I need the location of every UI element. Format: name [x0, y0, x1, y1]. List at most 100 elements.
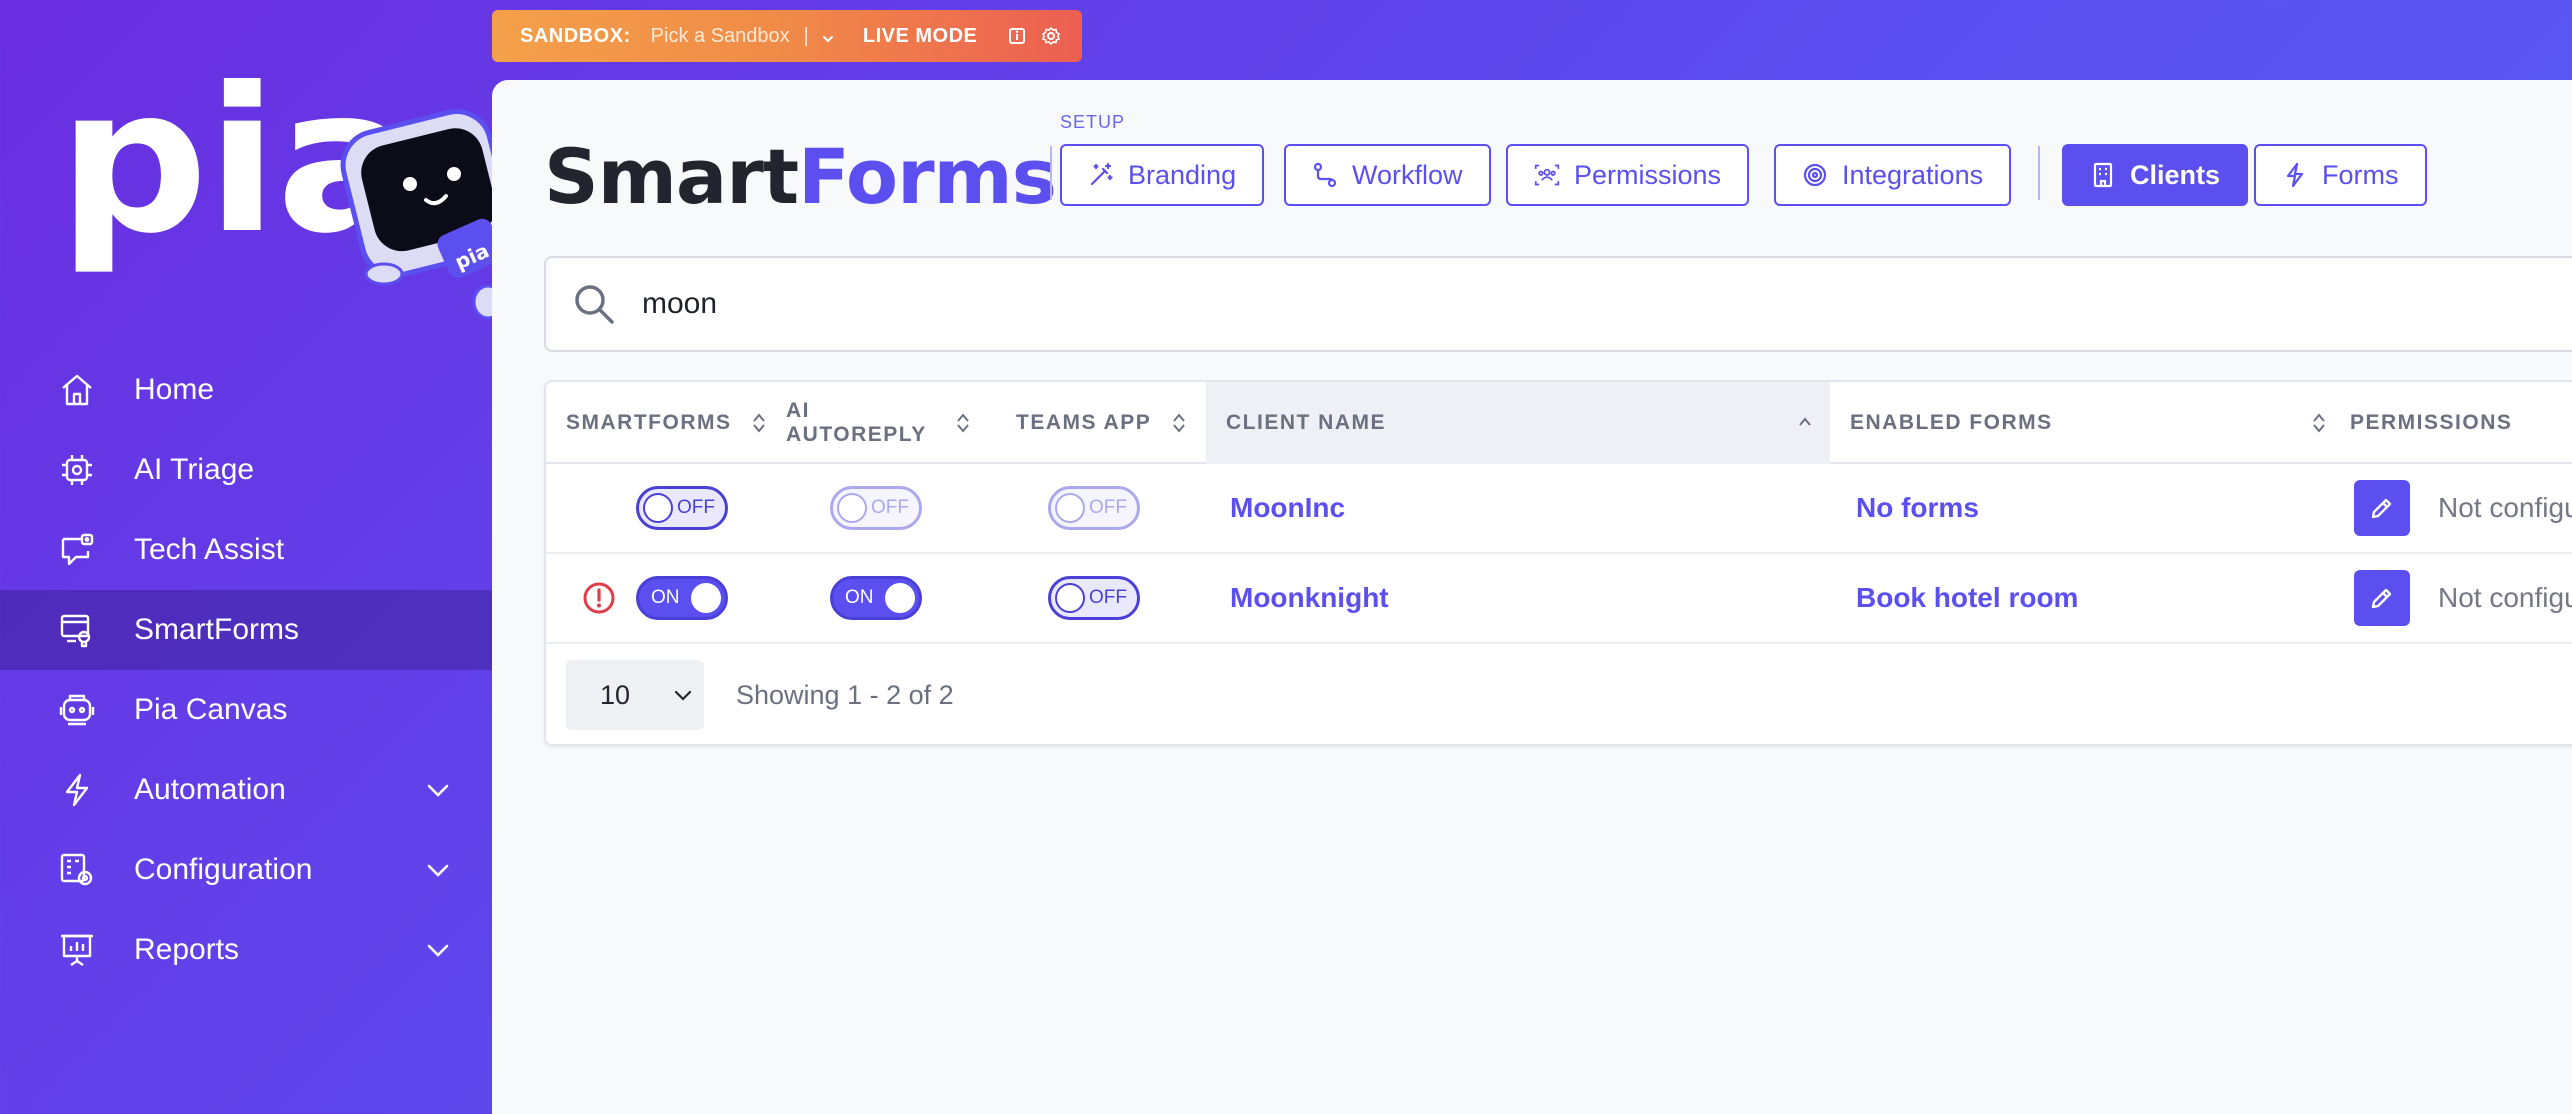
sidebar-item-pia-canvas[interactable]: Pia Canvas [0, 670, 492, 750]
table-header: SMARTFORMS AI AUTOREPLY TEAMS APP CLIENT… [546, 382, 2572, 464]
sidebar-item-home[interactable]: Home [0, 350, 492, 430]
ai-autoreply-toggle[interactable]: OFF [830, 486, 922, 530]
sidebar-item-label: Tech Assist [134, 533, 285, 566]
home-icon [58, 371, 96, 409]
teams-toggle-cell: OFF [1048, 464, 1140, 552]
sandbox-separator: | [803, 24, 809, 47]
enabled-forms-cell: Book hotel room [1856, 554, 2078, 642]
sandbox-picker[interactable]: Pick a Sandbox [651, 25, 790, 48]
search-input[interactable] [642, 278, 2442, 330]
tab-integrations[interactable]: Integrations [1774, 144, 2012, 206]
enabled-forms-link[interactable]: Book hotel room [1856, 582, 2078, 614]
table-row: OFF OFF OFF MoonInc No forms Not configu… [546, 464, 2572, 554]
settings-icon[interactable] [1041, 26, 1061, 46]
chevron-down-icon[interactable] [424, 776, 452, 804]
permissions-cell: Not configured [2354, 464, 2572, 552]
permissions-cell: Not configured [2354, 554, 2572, 642]
sidebar-item-ai-triage[interactable]: AI Triage [0, 430, 492, 510]
permissions-status: Not configured [2438, 582, 2572, 613]
warning-cell [582, 554, 616, 642]
column-ai-autoreply[interactable]: AI AUTOREPLY [786, 382, 969, 464]
page-size-select[interactable]: 10 [566, 660, 704, 730]
edit-permissions-button[interactable] [2354, 570, 2410, 626]
form-icon [58, 611, 96, 649]
client-name-link[interactable]: Moonknight [1230, 582, 1389, 614]
pagination: 10 Showing 1 - 2 of 2 [566, 660, 954, 730]
sidebar-item-reports[interactable]: Reports [0, 910, 492, 990]
column-smartforms[interactable]: SMARTFORMS [566, 382, 766, 464]
column-permissions: PERMISSIONS [2350, 411, 2513, 434]
column-client-name[interactable]: CLIENT NAME [1206, 382, 1830, 464]
bolt-icon [2282, 162, 2308, 188]
robot-mascot-icon: pia [340, 109, 498, 320]
sort-icon[interactable] [752, 412, 766, 434]
client-name-cell: Moonknight [1230, 554, 1389, 642]
cpu-icon [58, 451, 96, 489]
chevron-down-icon [674, 690, 692, 701]
sidebar-item-label: Automation [134, 773, 286, 806]
canvas-icon [58, 691, 96, 729]
magic-wand-icon [1088, 162, 1114, 188]
autoreply-toggle-cell: ON [830, 554, 922, 642]
chat-bot-icon [58, 531, 96, 569]
pencil-icon [2371, 498, 2392, 519]
page-title: SmartForms [544, 132, 1057, 221]
client-name-link[interactable]: MoonInc [1230, 492, 1345, 524]
column-enabled-forms[interactable]: ENABLED FORMS [1850, 382, 2350, 464]
search-icon [575, 285, 614, 324]
sidebar-nav: Home AI Triage Tech Assist SmartForms Pi… [0, 350, 492, 990]
permissions-status: Not configured [2438, 492, 2572, 523]
main-panel: SmartForms SETUP Branding Workflow Permi… [492, 80, 2572, 1114]
smartforms-toggle-cell: OFF [636, 464, 728, 552]
sidebar-item-label: Reports [134, 933, 240, 966]
sort-icon[interactable] [956, 412, 970, 434]
tab-branding[interactable]: Branding [1060, 144, 1265, 206]
sidebar-item-label: SmartForms [134, 613, 299, 646]
tab-forms[interactable]: Forms [2254, 144, 2427, 206]
setup-group-bracket [1050, 146, 1058, 200]
tab-clients[interactable]: Clients [2062, 144, 2249, 206]
sort-icon[interactable] [2312, 412, 2326, 434]
tab-workflow[interactable]: Workflow [1284, 144, 1491, 206]
presentation-icon [58, 931, 96, 969]
sandbox-label: SANDBOX: [520, 24, 631, 47]
info-icon[interactable] [1007, 26, 1027, 46]
target-icon [1802, 162, 1828, 188]
column-teams-app[interactable]: TEAMS APP [1016, 382, 1216, 464]
setup-group-bracket [2032, 146, 2040, 200]
teams-app-toggle[interactable]: OFF [1048, 576, 1140, 620]
sidebar-item-label: Pia Canvas [134, 693, 288, 726]
live-mode-label[interactable]: LIVE MODE [863, 25, 978, 48]
chevron-down-icon[interactable] [424, 936, 452, 964]
autoreply-toggle-cell: OFF [830, 464, 922, 552]
smartforms-toggle-cell: ON [636, 554, 728, 642]
sidebar-item-automation[interactable]: Automation [0, 750, 492, 830]
pagination-info: Showing 1 - 2 of 2 [736, 679, 954, 710]
smartforms-toggle[interactable]: ON [636, 576, 728, 620]
enabled-forms-cell: No forms [1856, 464, 1979, 552]
table-row: ON ON OFF Moonknight Book hotel room Not… [546, 554, 2572, 644]
sidebar-item-label: AI Triage [134, 453, 255, 486]
sidebar-item-smartforms[interactable]: SmartForms [0, 590, 492, 670]
sidebar-item-tech-assist[interactable]: Tech Assist [0, 510, 492, 590]
edit-permissions-button[interactable] [2354, 480, 2410, 536]
setup-label: SETUP [1060, 112, 1126, 132]
client-name-cell: MoonInc [1230, 464, 1345, 552]
smartforms-toggle[interactable]: OFF [636, 486, 728, 530]
warning-icon[interactable] [582, 581, 616, 615]
config-icon [58, 851, 96, 889]
sort-ascending-icon[interactable] [1798, 412, 1812, 434]
teams-app-toggle[interactable]: OFF [1048, 486, 1140, 530]
pencil-icon [2371, 588, 2392, 609]
building-icon [2090, 162, 2116, 188]
bolt-icon [58, 771, 96, 809]
sort-icon[interactable] [1172, 412, 1186, 434]
ai-autoreply-toggle[interactable]: ON [830, 576, 922, 620]
tab-permissions[interactable]: Permissions [1506, 144, 1750, 206]
sidebar-item-label: Home [134, 373, 215, 406]
search-box [544, 256, 2572, 352]
chevron-down-icon[interactable] [821, 29, 835, 43]
sidebar-item-configuration[interactable]: Configuration [0, 830, 492, 910]
chevron-down-icon[interactable] [424, 856, 452, 884]
enabled-forms-link[interactable]: No forms [1856, 492, 1979, 524]
